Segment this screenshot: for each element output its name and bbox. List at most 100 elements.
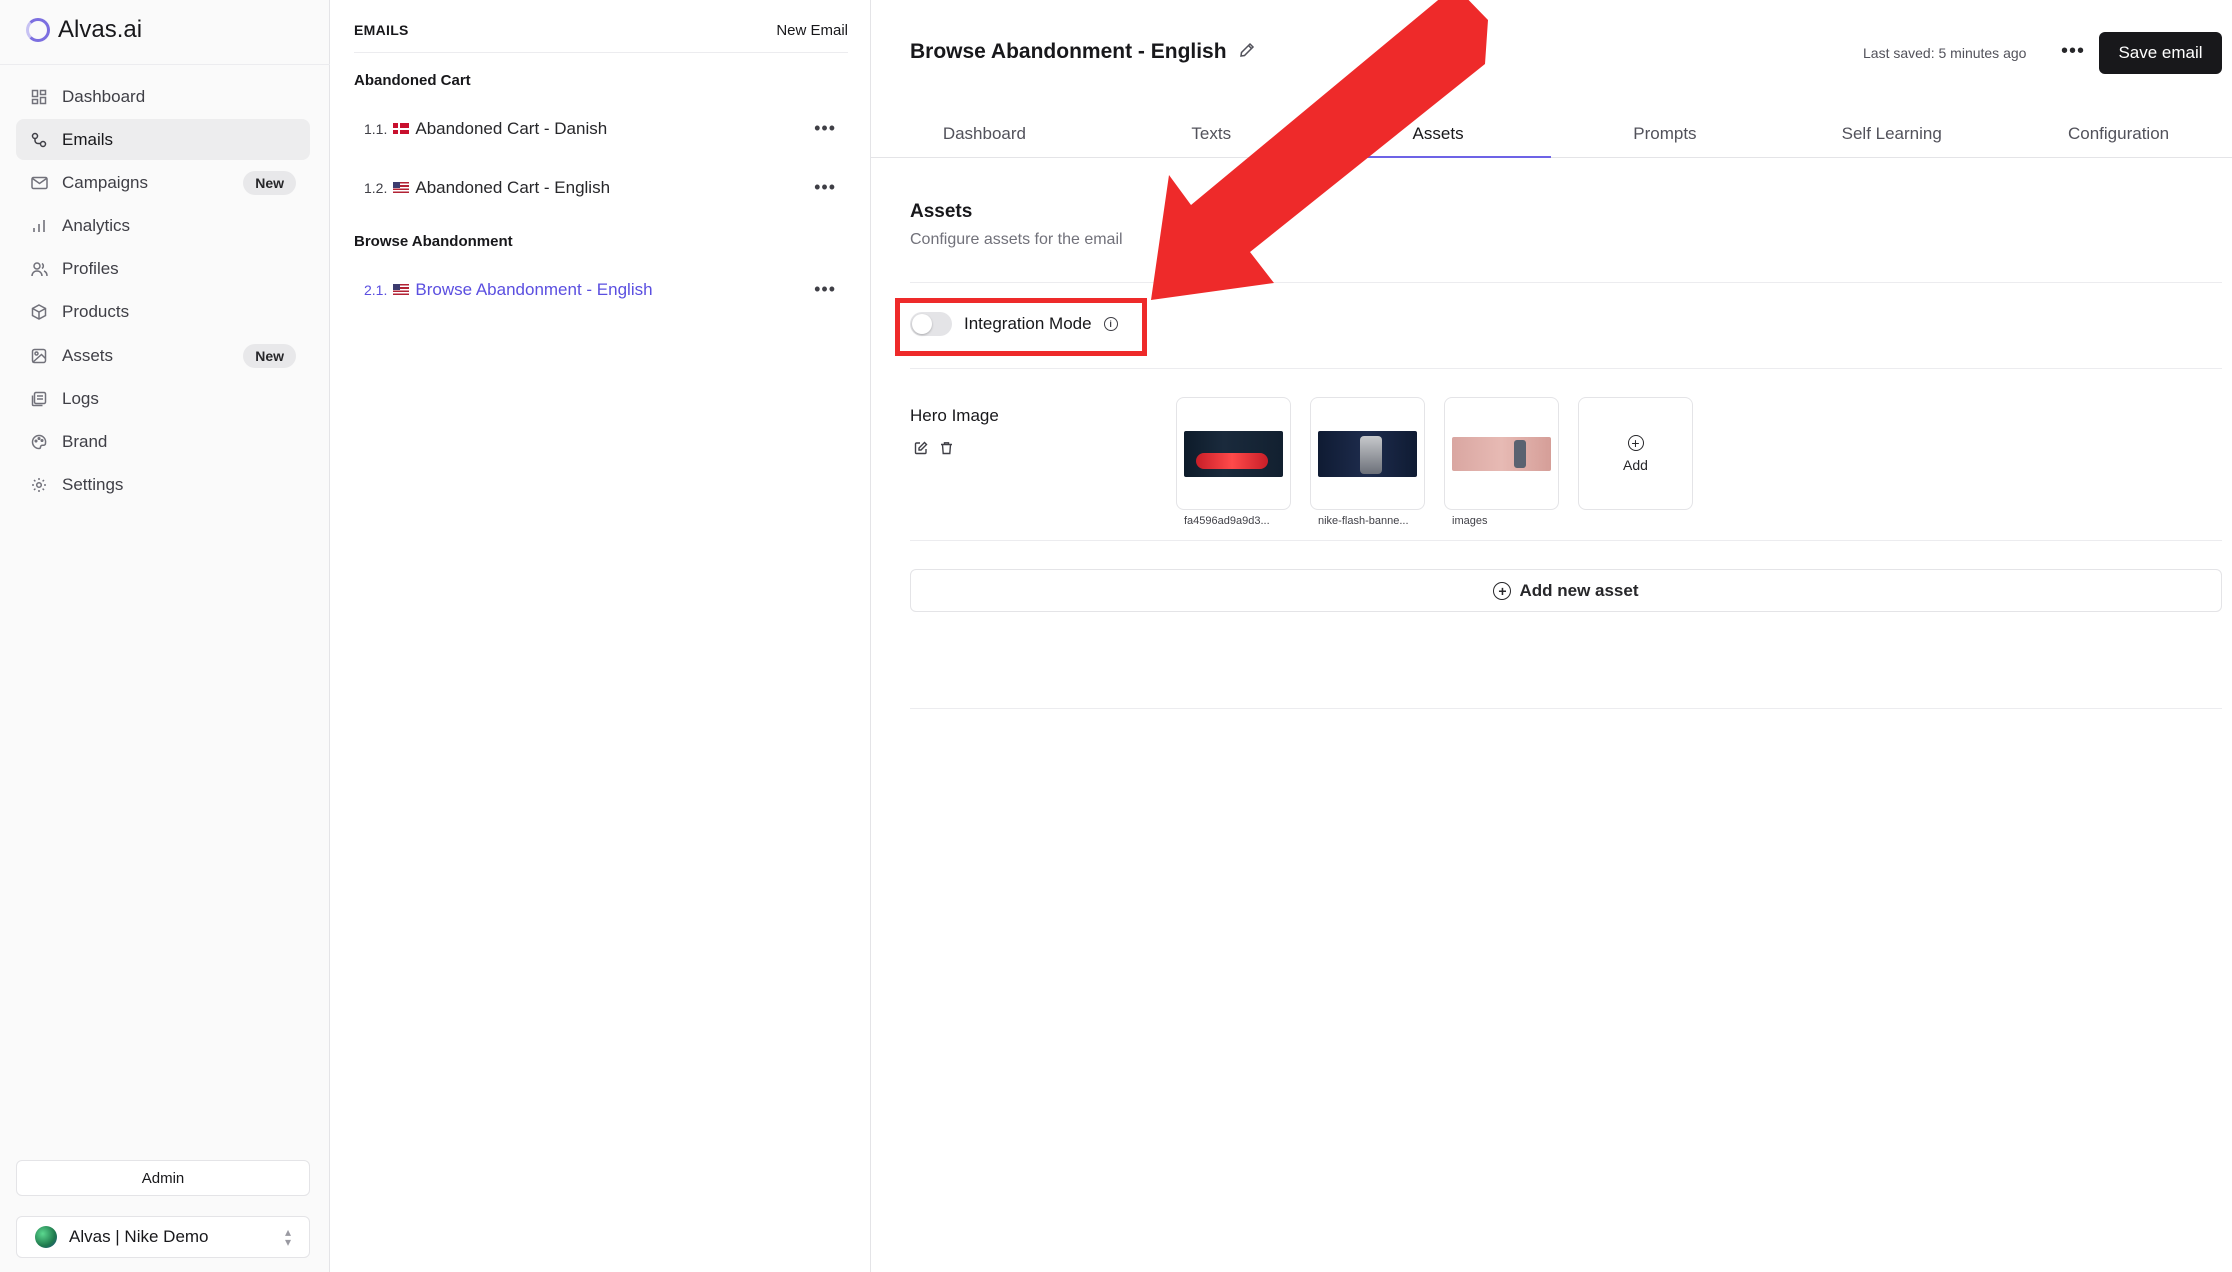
sidebar-item-label: Settings (62, 475, 124, 495)
email-title: Browse Abandonment - English (910, 40, 1227, 63)
palette-icon (30, 433, 48, 451)
email-group-label: Browse Abandonment (354, 233, 513, 250)
logo[interactable]: Alvas.ai (26, 14, 142, 46)
asset-thumbnail[interactable] (1176, 397, 1291, 510)
shoe-image (1184, 430, 1283, 477)
email-item-active[interactable]: 2.1. Browse Abandonment - English ••• (364, 279, 848, 300)
asset-thumbnail[interactable] (1310, 397, 1425, 510)
hero-image-label: Hero Image (910, 406, 999, 425)
email-item[interactable]: 1.1. Abandoned Cart - Danish ••• (364, 118, 848, 139)
add-image-button[interactable]: + Add (1578, 397, 1693, 510)
sidebar-item-assets[interactable]: Assets New (16, 335, 310, 376)
main-content: Browse Abandonment - English Last saved:… (871, 0, 2232, 1272)
denmark-flag-icon (393, 123, 410, 134)
email-item-title: Browse Abandonment - English (415, 279, 653, 299)
sidebar-item-label: Profiles (62, 259, 119, 279)
gear-icon (30, 476, 48, 494)
sidebar: Alvas.ai Dashboard Emails Campaigns New (0, 0, 330, 1272)
more-options-icon[interactable]: ••• (814, 279, 836, 300)
divider (0, 64, 330, 65)
more-options-icon[interactable]: ••• (814, 177, 836, 198)
new-badge: New (243, 343, 296, 368)
add-label: Add (1623, 456, 1648, 473)
apparel-image (1452, 436, 1551, 471)
emails-header: EMAILS New Email (354, 22, 848, 39)
page-title: Browse Abandonment - English (910, 40, 1255, 64)
plus-circle-icon: + (1627, 434, 1644, 451)
asset-file-name: images (1452, 515, 1488, 527)
users-icon (30, 260, 48, 278)
sidebar-item-dashboard[interactable]: Dashboard (16, 76, 310, 117)
annotation-highlight-box (895, 298, 1147, 356)
email-item[interactable]: 1.2. Abandoned Cart - English ••• (364, 177, 848, 198)
sidebar-item-brand[interactable]: Brand (16, 422, 310, 463)
tab-texts[interactable]: Texts (1098, 110, 1325, 157)
email-item-number: 1.2. (364, 179, 388, 196)
divider (910, 540, 2222, 541)
more-options-icon[interactable]: ••• (814, 118, 836, 139)
grid-icon (30, 88, 48, 106)
workspace-switcher[interactable]: Alvas | Nike Demo ▴ ▾ (16, 1216, 310, 1258)
section-title: Assets (910, 201, 973, 222)
workflow-icon (30, 131, 48, 149)
sidebar-item-products[interactable]: Products (16, 292, 310, 333)
bar-chart-icon (30, 217, 48, 235)
emails-title: EMAILS (354, 22, 409, 38)
mail-icon (30, 174, 48, 192)
tab-dashboard[interactable]: Dashboard (871, 110, 1098, 157)
pencil-icon[interactable] (1239, 42, 1255, 63)
divider (910, 708, 2222, 709)
sidebar-item-label: Dashboard (62, 86, 146, 106)
tab-prompts[interactable]: Prompts (1551, 110, 1778, 157)
sidebar-item-campaigns[interactable]: Campaigns New (16, 162, 310, 203)
email-item-title: Abandoned Cart - English (415, 177, 611, 197)
sidebar-item-label: Analytics (62, 216, 131, 236)
admin-label: Admin (141, 1169, 185, 1187)
package-icon (30, 303, 48, 321)
email-item-number: 2.1. (364, 281, 388, 298)
us-flag-icon (393, 182, 410, 193)
sidebar-item-analytics[interactable]: Analytics (16, 206, 310, 247)
sidebar-item-profiles[interactable]: Profiles (16, 249, 310, 290)
sidebar-item-logs[interactable]: Logs (16, 378, 310, 419)
workspace-label: Alvas | Nike Demo (69, 1227, 209, 1246)
sidebar-item-settings[interactable]: Settings (16, 465, 310, 506)
email-group-label: Abandoned Cart (354, 72, 471, 89)
admin-button[interactable]: Admin (16, 1160, 310, 1196)
more-options-icon[interactable]: ••• (2061, 40, 2085, 63)
sidebar-item-label: Emails (62, 129, 114, 149)
divider (910, 368, 2222, 369)
chevron-up-down-icon: ▴ ▾ (284, 1225, 291, 1249)
last-saved-text: Last saved: 5 minutes ago (1863, 45, 2027, 61)
sidebar-item-emails[interactable]: Emails (16, 119, 310, 161)
plus-circle-icon: + (1493, 581, 1512, 600)
add-new-asset-label: Add new asset (1519, 580, 1639, 600)
add-new-asset-button[interactable]: + Add new asset (910, 569, 2222, 612)
logo-text: Alvas.ai (58, 16, 143, 43)
sidebar-item-label: Logs (62, 388, 99, 408)
asset-file-name: nike-flash-banne... (1318, 515, 1409, 527)
tab-configuration[interactable]: Configuration (2005, 110, 2232, 157)
workspace-avatar (35, 1226, 57, 1248)
us-flag-icon (393, 284, 410, 295)
asset-file-name: fa4596ad9a9d3... (1184, 515, 1270, 527)
logo-icon (26, 18, 50, 42)
tab-bar: Dashboard Texts Assets Prompts Self Lear… (871, 110, 2232, 158)
edit-icon[interactable] (914, 441, 928, 458)
emails-panel: EMAILS New Email Abandoned Cart 1.1. Aba… (330, 0, 871, 1272)
hero-image-actions (914, 441, 953, 458)
email-item-number: 1.1. (364, 120, 388, 137)
tab-self-learning[interactable]: Self Learning (1778, 110, 2005, 157)
new-email-button[interactable]: New Email (776, 22, 848, 39)
logs-icon (30, 390, 48, 408)
sidebar-item-label: Brand (62, 432, 108, 451)
tab-assets[interactable]: Assets (1324, 110, 1552, 158)
sidebar-item-label: Campaigns (62, 172, 148, 192)
sidebar-nav: Dashboard Emails Campaigns New Analytics (16, 76, 310, 508)
email-item-title: Abandoned Cart - Danish (415, 118, 608, 138)
save-email-button[interactable]: Save email (2099, 32, 2222, 74)
new-badge: New (243, 170, 296, 195)
trash-icon[interactable] (940, 441, 953, 458)
asset-thumbnail[interactable] (1444, 397, 1559, 510)
section-subtitle: Configure assets for the email (910, 231, 1123, 248)
